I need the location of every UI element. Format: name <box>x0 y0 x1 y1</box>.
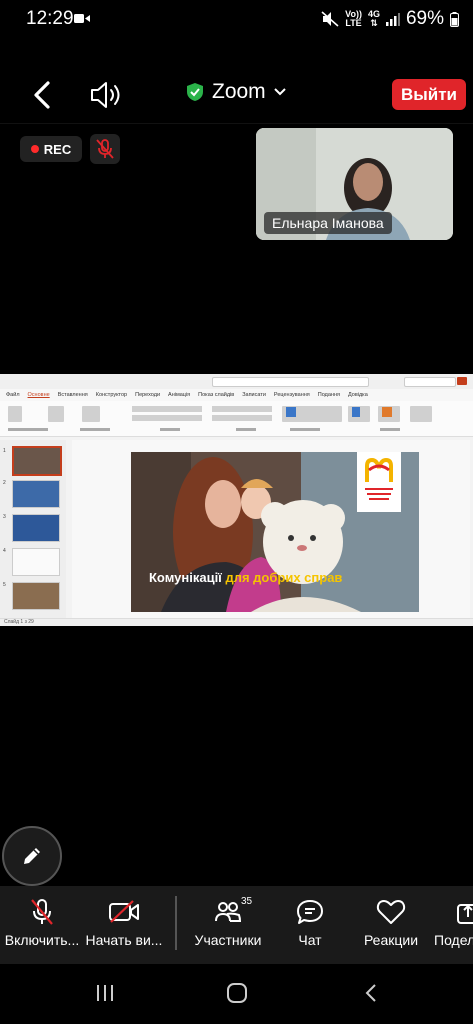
slide-headline: Комунікації для добрих справ <box>149 570 343 585</box>
ppt-present-button <box>404 377 456 387</box>
shield-check-icon <box>187 83 203 101</box>
slide-counter: Слайд 1 з 29 <box>4 619 34 625</box>
start-video-label: Начать ви... <box>85 932 163 948</box>
toolbar-divider <box>175 896 177 950</box>
chat-button[interactable]: Чат <box>280 886 340 964</box>
signal-icon <box>385 13 400 26</box>
home-button[interactable] <box>226 982 248 1009</box>
speaker-icon <box>91 82 120 108</box>
leave-button[interactable]: Выйти <box>392 79 466 110</box>
heart-icon <box>376 900 406 924</box>
current-slide: Комунікації для добрих справ <box>131 452 419 612</box>
reactions-label: Реакции <box>363 932 419 948</box>
shared-screen[interactable]: Файл Основне Вставлення Конструктор Пере… <box>0 374 473 626</box>
share-label: Подел <box>434 932 473 948</box>
slide-thumbnails-panel: 1 2 3 4 5 <box>0 440 66 618</box>
host-mic-muted-badge <box>90 134 120 164</box>
meeting-title-menu[interactable]: Zoom <box>186 80 286 104</box>
status-time: 12:29 <box>26 8 74 29</box>
back-nav-button[interactable] <box>360 982 382 1009</box>
home-icon <box>227 983 247 1003</box>
mute-status-icon <box>321 11 339 27</box>
network-type: 4G ⇅ <box>367 9 380 28</box>
unmute-label: Включить... <box>4 932 80 948</box>
ppt-status-bar: Слайд 1 з 29 <box>0 618 473 626</box>
share-screen-icon <box>457 904 473 924</box>
charity-logo-icon <box>365 457 393 500</box>
participant-name-label: Ельнара Іманова <box>264 212 392 234</box>
slide-thumbnail <box>12 548 60 576</box>
back-nav-icon <box>365 984 376 1002</box>
reactions-button[interactable]: Реакции <box>356 886 426 964</box>
participants-label: Участники <box>194 932 262 948</box>
battery-percent: 69% <box>405 8 444 29</box>
ppt-title-bar <box>0 374 473 390</box>
ribbon-controls <box>8 406 432 431</box>
slide-thumbnail <box>12 514 60 542</box>
video-off-icon <box>109 900 139 923</box>
slide-thumbnail <box>12 446 62 476</box>
volte-indicator: Vo)) LTE <box>345 9 362 28</box>
ppt-ribbon-tabs: Файл Основне Вставлення Конструктор Пере… <box>0 389 473 401</box>
system-nav-bar <box>0 964 473 1024</box>
chat-label: Чат <box>298 932 322 948</box>
slide-thumbnail <box>12 582 60 610</box>
recent-apps-icon <box>97 985 113 1001</box>
meeting-toolbar: Включить... Начать ви... 35 Участники Ча… <box>0 886 473 964</box>
meeting-title: Zoom <box>212 80 266 103</box>
participant-video[interactable]: Ельнара Іманова <box>256 128 453 240</box>
recent-apps-button[interactable] <box>94 982 116 1009</box>
mic-off-icon <box>31 899 53 925</box>
participants-count: 35 <box>241 896 253 907</box>
participants-icon <box>215 902 241 922</box>
slide-thumbnail <box>12 480 60 508</box>
ppt-search-box <box>212 377 369 387</box>
speaker-button[interactable] <box>88 80 124 110</box>
ppt-ribbon <box>0 401 473 437</box>
recording-label: REC <box>43 141 72 157</box>
participants-button[interactable]: 35 Участники <box>188 886 268 964</box>
annotate-button[interactable] <box>2 826 62 886</box>
back-button[interactable] <box>26 78 58 112</box>
chevron-down-icon <box>273 88 286 96</box>
recording-badge[interactable]: REC <box>20 136 82 162</box>
start-video-button[interactable]: Начать ви... <box>84 886 164 964</box>
chat-icon <box>297 900 323 924</box>
ppt-logo-icon <box>457 377 467 385</box>
status-bar: 12:29 Vo)) LTE 4G ⇅ 69% <box>0 0 473 38</box>
pencil-icon <box>24 848 40 864</box>
record-dot-icon <box>30 145 39 153</box>
status-icons: Vo)) LTE 4G ⇅ 69% <box>321 8 459 30</box>
video-camera-status-icon <box>74 14 90 23</box>
mic-off-icon <box>96 139 114 159</box>
charity-logo <box>357 452 401 512</box>
battery-icon <box>450 11 459 27</box>
share-button[interactable]: Подел <box>432 886 473 964</box>
unmute-button[interactable]: Включить... <box>0 886 84 964</box>
chevron-left-icon <box>34 81 50 109</box>
divider <box>0 123 473 124</box>
